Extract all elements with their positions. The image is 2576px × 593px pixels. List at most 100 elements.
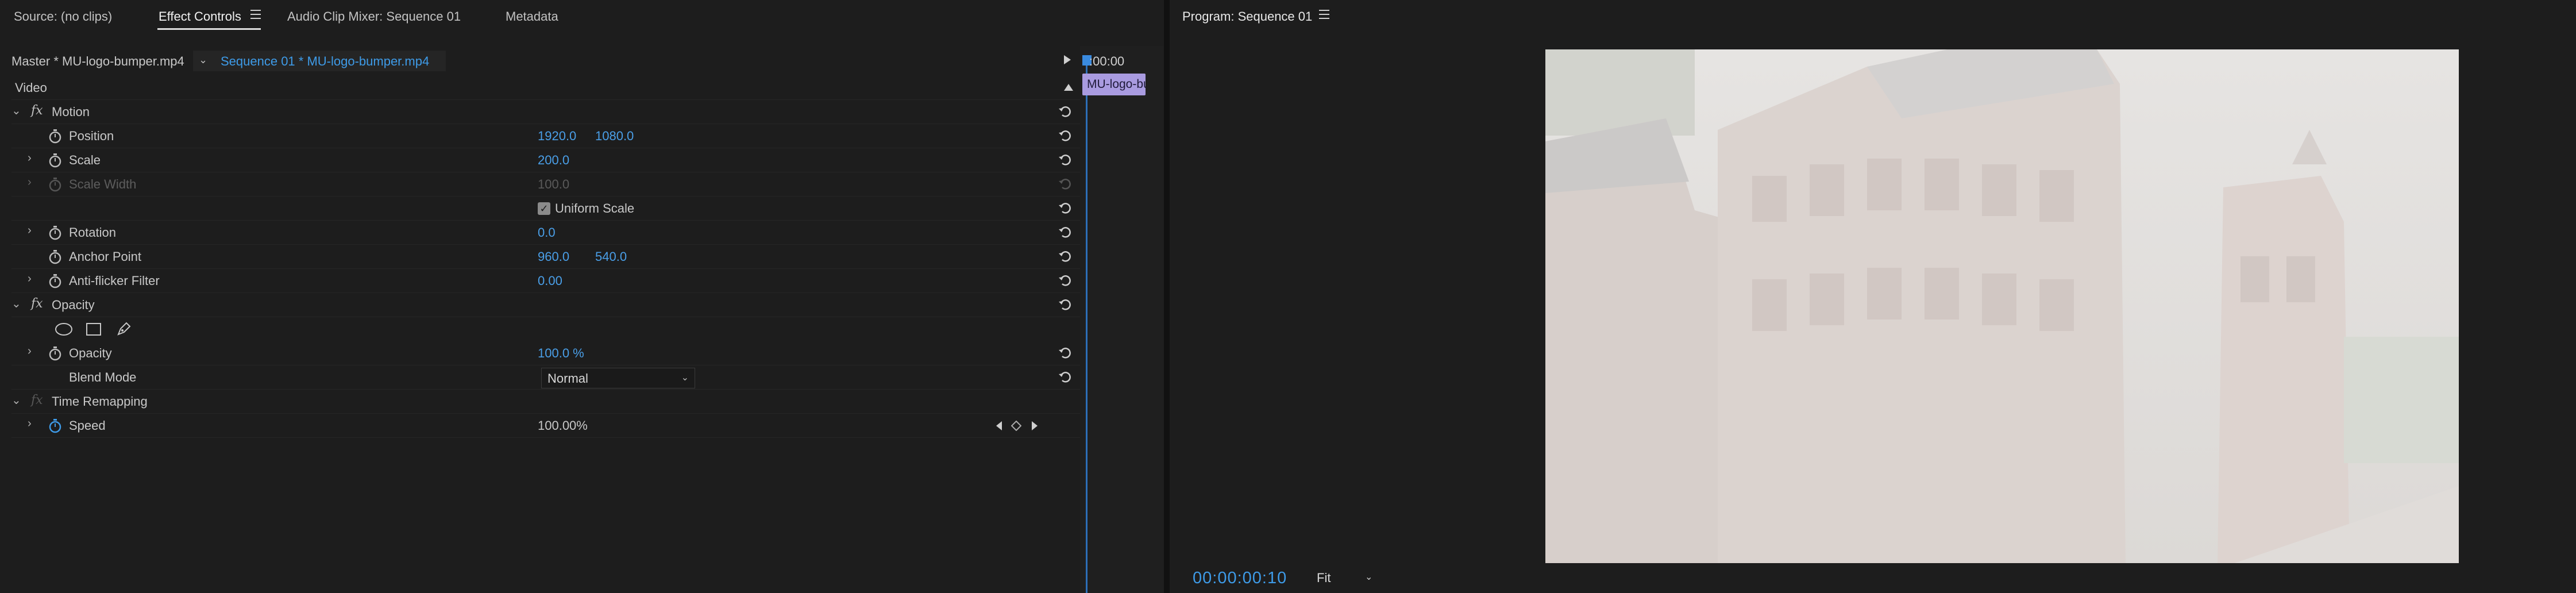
anchor-x-value[interactable]: 960.0 <box>538 249 569 264</box>
timeline-timecode: :00:00 <box>1089 54 1125 68</box>
master-clip-label[interactable]: Master * MU-logo-bumper.mp4 <box>11 54 184 69</box>
fx-toggle-icon: fx <box>31 393 43 407</box>
expand-caret-icon[interactable]: › <box>28 152 32 165</box>
param-label-scale-width: Scale Width <box>69 177 137 191</box>
stopwatch-icon[interactable] <box>48 274 62 288</box>
param-label-anti-flicker: Anti-flicker Filter <box>69 274 160 288</box>
speed-value[interactable]: 100.00% <box>538 418 588 433</box>
program-playhead-timecode[interactable]: 00:00:00:10 <box>1193 569 1287 588</box>
blend-mode-select[interactable]: Normal ⌄ <box>541 368 695 388</box>
zoom-level-select[interactable]: Fit ⌄ <box>1313 568 1385 587</box>
ellipse-mask-icon[interactable] <box>54 322 74 337</box>
section-label-video: Video <box>15 80 47 95</box>
rotation-value[interactable]: 0.0 <box>538 225 556 240</box>
param-row-opacity[interactable]: › Opacity 100.0 % <box>0 341 1080 365</box>
active-tab-indicator <box>157 28 261 30</box>
expand-caret-icon[interactable]: › <box>28 345 32 358</box>
scale-width-value: 100.0 <box>538 177 570 191</box>
program-monitor-title[interactable]: Program: Sequence 01 <box>1182 9 1312 24</box>
video-frame-image <box>1545 49 2459 563</box>
param-label-anchor-point: Anchor Point <box>69 249 141 264</box>
tab-metadata[interactable]: Metadata <box>506 9 558 24</box>
param-label-scale: Scale <box>69 153 101 167</box>
param-row-uniform-scale[interactable]: ✓ Uniform Scale <box>0 197 1080 221</box>
param-row-speed[interactable]: › Speed 100.00% <box>0 414 1080 438</box>
expand-caret-icon[interactable]: › <box>28 224 32 237</box>
effect-title-time-remapping: Time Remapping <box>52 394 148 409</box>
effect-title-motion: Motion <box>52 105 90 119</box>
chevron-down-icon: ⌄ <box>681 373 689 383</box>
tab-audio-clip-mixer[interactable]: Audio Clip Mixer: Sequence 01 <box>287 9 461 24</box>
tab-source[interactable]: Source: (no clips) <box>14 9 112 24</box>
stopwatch-icon[interactable] <box>48 249 62 264</box>
scale-value[interactable]: 200.0 <box>538 153 569 168</box>
panel-menu-icon[interactable] <box>250 10 261 20</box>
position-y-value[interactable]: 1080.0 <box>595 129 634 144</box>
reset-icon[interactable] <box>1057 152 1073 168</box>
reset-icon[interactable] <box>1057 248 1073 264</box>
tab-effect-controls[interactable]: Effect Controls <box>159 9 241 24</box>
effect-row-opacity[interactable]: ⌄ fx Opacity <box>0 293 1080 317</box>
param-row-rotation[interactable]: › Rotation 0.0 <box>0 221 1080 245</box>
stopwatch-icon[interactable] <box>48 346 62 361</box>
param-label-opacity: Opacity <box>69 346 112 360</box>
collapse-caret-icon[interactable]: ⌄ <box>11 103 21 118</box>
effect-row-motion[interactable]: ⌄ fx Motion <box>0 100 1080 124</box>
sequence-clip-label[interactable]: Sequence 01 * MU-logo-bumper.mp4 <box>221 54 429 69</box>
reset-icon[interactable] <box>1057 224 1073 240</box>
opacity-value[interactable]: 100.0 % <box>538 346 584 361</box>
reset-icon[interactable] <box>1057 103 1073 120</box>
anti-flicker-value[interactable]: 0.00 <box>538 274 562 288</box>
reset-icon[interactable] <box>1057 272 1073 288</box>
reset-icon[interactable] <box>1057 345 1073 361</box>
effect-row-time-remapping[interactable]: ⌄ fx Time Remapping <box>0 390 1080 414</box>
param-row-blend-mode[interactable]: Blend Mode Normal ⌄ <box>0 365 1080 390</box>
play-only-icon[interactable] <box>1064 55 1071 64</box>
effect-timeline-area[interactable] <box>1080 46 1164 593</box>
effect-title-opacity: Opacity <box>52 298 95 312</box>
param-row-anchor-point[interactable]: Anchor Point 960.0 540.0 <box>0 245 1080 269</box>
add-keyframe-icon[interactable] <box>1011 421 1021 431</box>
param-label-rotation: Rotation <box>69 225 116 240</box>
position-x-value[interactable]: 1920.0 <box>538 129 576 144</box>
zoom-level-value: Fit <box>1317 571 1331 585</box>
playhead-line[interactable] <box>1086 55 1088 593</box>
panel-menu-icon[interactable] <box>1319 10 1329 20</box>
param-label-speed: Speed <box>69 418 106 433</box>
chevron-down-icon[interactable]: ⌄ <box>199 54 207 66</box>
fx-toggle-icon[interactable]: fx <box>31 296 43 311</box>
clip-bar-label: MU-logo-bumper.mp4 <box>1087 78 1146 91</box>
reset-icon[interactable] <box>1057 128 1073 144</box>
collapse-timeline-icon[interactable] <box>1064 84 1073 91</box>
reset-icon[interactable] <box>1057 369 1073 385</box>
pen-mask-icon[interactable] <box>115 321 132 338</box>
rectangle-mask-icon[interactable] <box>85 322 102 337</box>
anchor-y-value[interactable]: 540.0 <box>595 249 627 264</box>
uniform-scale-checkbox[interactable]: ✓ <box>538 202 550 215</box>
stopwatch-icon[interactable] <box>48 225 62 240</box>
param-row-position[interactable]: Position 1920.0 1080.0 <box>0 124 1080 148</box>
previous-keyframe-icon[interactable] <box>995 421 1003 431</box>
expand-caret-icon[interactable]: › <box>28 272 32 286</box>
param-row-anti-flicker[interactable]: › Anti-flicker Filter 0.00 <box>0 269 1080 293</box>
uniform-scale-label[interactable]: Uniform Scale <box>555 201 634 216</box>
param-row-scale[interactable]: › Scale 200.0 <box>0 148 1080 172</box>
param-label-position: Position <box>69 129 114 143</box>
fx-toggle-icon[interactable]: fx <box>31 103 43 118</box>
video-section-header: Video <box>0 76 1080 100</box>
stopwatch-icon[interactable] <box>48 153 62 168</box>
reset-icon[interactable] <box>1057 200 1073 216</box>
stopwatch-icon <box>49 178 61 192</box>
collapse-caret-icon[interactable]: ⌄ <box>11 393 21 407</box>
reset-icon <box>1059 179 1071 190</box>
next-keyframe-icon[interactable] <box>1031 421 1039 431</box>
panel-divider[interactable] <box>1164 0 1170 593</box>
expand-caret-icon[interactable]: › <box>28 417 32 430</box>
stopwatch-active-icon[interactable] <box>48 418 62 433</box>
timeline-clip-bar[interactable]: MU-logo-bumper.mp4 <box>1082 74 1146 95</box>
reset-icon[interactable] <box>1057 296 1073 313</box>
program-video-frame[interactable] <box>1545 49 2459 563</box>
stopwatch-icon[interactable] <box>48 129 62 144</box>
param-row-scale-width: › Scale Width 100.0 <box>0 172 1080 197</box>
collapse-caret-icon[interactable]: ⌄ <box>11 296 21 311</box>
